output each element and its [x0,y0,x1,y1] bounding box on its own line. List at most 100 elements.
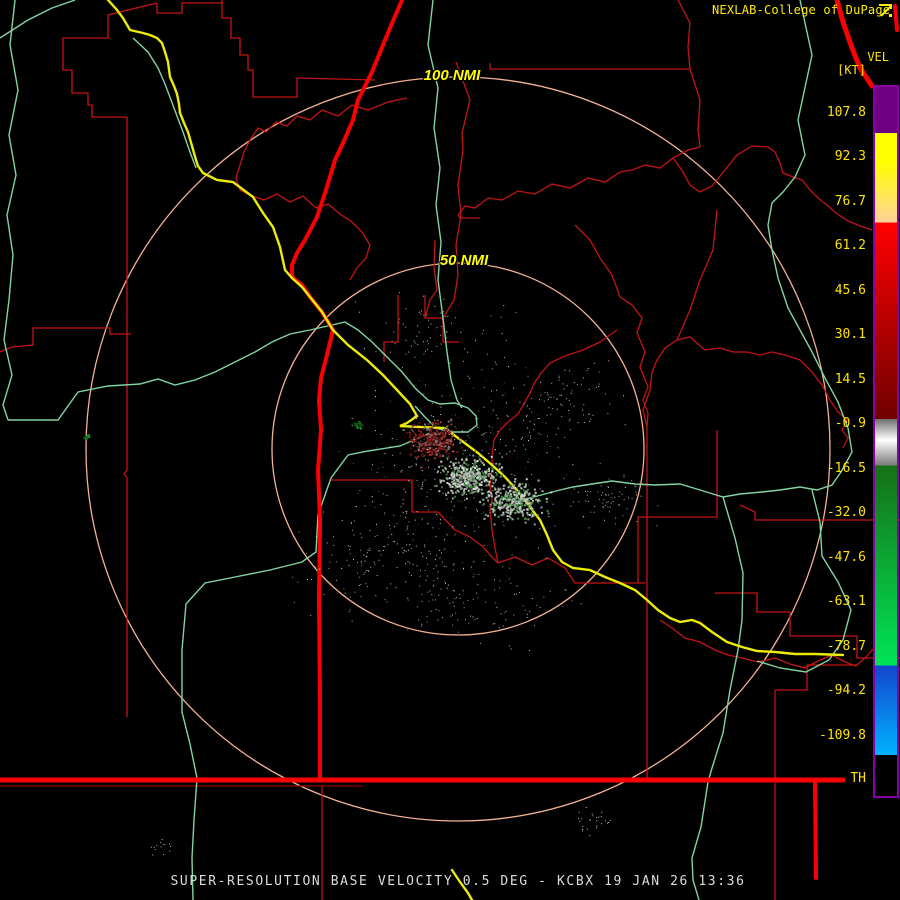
velocity-echo-pixel [598,371,600,373]
velocity-echo-pixel [490,555,492,557]
velocity-echo-pixel [467,600,469,601]
velocity-echo-pixel [532,617,534,619]
velocity-echo-pixel [407,484,409,486]
velocity-echo-pixel [169,850,171,852]
velocity-echo-pixel [460,398,462,400]
velocity-echo-pixel [450,435,453,438]
velocity-echo-pixel [478,410,480,412]
velocity-echo-pixel [454,598,456,600]
velocity-echo-pixel [473,458,475,460]
velocity-echo-pixel [355,301,357,303]
velocity-echo-pixel [417,343,419,345]
velocity-echo-pixel [619,491,621,493]
velocity-echo-pixel [437,422,440,425]
velocity-echo-pixel [569,418,571,420]
velocity-echo-pixel [515,536,517,538]
velocity-echo-pixel [384,476,386,478]
velocity-echo-pixel [543,596,545,598]
velocity-echo-pixel [538,432,540,434]
velocity-echo-pixel [449,602,451,604]
velocity-echo-pixel [513,593,515,595]
velocity-echo-pixel [424,423,427,426]
velocity-echo-pixel [578,501,580,503]
velocity-echo-pixel [482,474,485,477]
velocity-echo-pixel [499,426,501,428]
velocity-echo-pixel [453,467,455,469]
velocity-echo-pixel [565,398,567,400]
velocity-echo-pixel [440,588,442,590]
velocity-echo-pixel [360,584,362,586]
velocity-echo-pixel [494,623,496,625]
velocity-echo-pixel [427,434,430,437]
velocity-echo-pixel [526,427,528,429]
velocity-echo-pixel [427,449,429,450]
velocity-echo-pixel [588,413,590,415]
velocity-echo-pixel [508,645,510,647]
velocity-echo-pixel [384,353,386,355]
velocity-echo-pixel [419,585,421,587]
velocity-echo-pixel [369,529,371,531]
velocity-echo-pixel [370,338,372,340]
velocity-echo-pixel [442,477,444,479]
velocity-echo-pixel [598,816,600,818]
velocity-echo-pixel [398,318,400,320]
velocity-echo-pixel [365,556,367,558]
velocity-echo-pixel [446,331,448,333]
velocity-echo-pixel [562,605,564,607]
velocity-echo-pixel [440,422,442,424]
velocity-echo-pixel [413,440,416,443]
velocity-echo-pixel [410,481,411,483]
velocity-echo-pixel [459,597,461,599]
velocity-echo-pixel [422,433,425,436]
velocity-echo-pixel [488,452,490,454]
velocity-echo-pixel [488,505,490,507]
velocity-echo-pixel [407,599,409,601]
velocity-echo-pixel [492,429,494,431]
velocity-echo-pixel [382,565,384,567]
velocity-echo-pixel [420,440,422,442]
velocity-echo-pixel [473,497,475,499]
velocity-echo-pixel [431,402,433,404]
velocity-echo-pixel [452,479,455,482]
velocity-echo-pixel [490,455,493,458]
velocity-echo-pixel [473,483,475,485]
velocity-echo-pixel [373,489,375,491]
velocity-echo-pixel [474,480,477,483]
velocity-echo-pixel [448,477,451,480]
velocity-echo-pixel [452,614,453,616]
velocity-echo-pixel [487,514,490,517]
velocity-echo-pixel [495,481,496,483]
velocity-echo-pixel [424,479,426,481]
county-line [672,0,701,159]
velocity-echo-pixel [518,482,521,485]
velocity-echo-pixel [557,427,559,429]
velocity-echo-pixel [520,509,523,512]
velocity-echo-pixel [500,316,502,318]
velocity-echo-pixel [407,561,409,563]
velocity-echo-pixel [585,500,587,502]
velocity-echo-pixel [600,816,602,818]
velocity-echo-pixel [440,312,442,314]
velocity-echo-pixel [409,562,411,564]
velocity-echo-pixel [465,487,468,490]
velocity-echo-pixel [428,509,430,511]
velocity-echo-pixel [433,419,435,421]
velocity-echo-pixel [455,317,457,319]
velocity-echo-pixel [461,501,463,502]
velocity-echo-pixel [439,481,442,484]
velocity-echo-pixel [501,457,503,458]
velocity-echo-pixel [432,422,435,425]
velocity-echo-pixel [570,403,572,405]
velocity-echo-pixel [420,487,422,489]
velocity-echo-pixel [410,453,412,456]
velocity-echo-pixel [546,441,548,443]
velocity-echo-pixel [497,488,500,491]
velocity-echo-pixel [552,503,554,505]
velocity-echo-pixel [580,383,582,385]
velocity-echo-pixel [416,565,418,567]
velocity-echo-pixel [347,545,349,547]
velocity-echo-pixel [434,422,437,425]
velocity-echo-pixel [449,394,451,396]
velocity-echoes-layer [83,292,659,856]
velocity-echo-pixel [523,492,526,495]
